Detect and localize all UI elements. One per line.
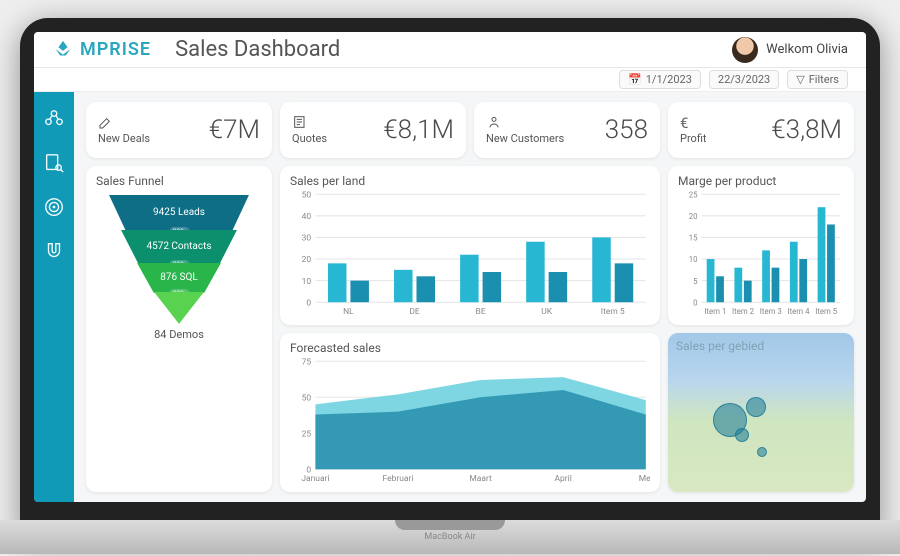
svg-text:0: 0 (693, 297, 698, 307)
laptop-frame: MPRISE Sales Dashboard Welkom Olivia 📅 1… (20, 18, 880, 538)
funnel-title: Sales Funnel (96, 174, 262, 188)
kpi-new-customers[interactable]: New Customers 358 (474, 102, 660, 158)
svg-text:Februari: Februari (383, 474, 414, 484)
svg-text:BE: BE (476, 307, 486, 317)
kpi-quotes[interactable]: Quotes €8,1M (280, 102, 466, 158)
svg-text:50: 50 (302, 393, 312, 403)
user-target-icon (486, 114, 502, 130)
kpi-profit[interactable]: €Profit €3,8M (668, 102, 854, 158)
svg-text:Mei: Mei (639, 474, 650, 484)
main-grid: New Deals €7M Quotes €8,1M New Customers… (74, 92, 866, 502)
sales-per-land-card: Sales per land 01020304050NLDEBEUKItem 5 (280, 166, 660, 325)
euro-icon: € (680, 114, 696, 130)
date-from[interactable]: 📅 1/1/2023 (619, 70, 701, 89)
forecasted-sales-chart: 0255075JanuariFebruariMaartAprilMei (290, 357, 650, 484)
kpi-new-deals[interactable]: New Deals €7M (86, 102, 272, 158)
svg-text:Item 5: Item 5 (601, 307, 625, 317)
svg-text:15: 15 (689, 232, 698, 242)
svg-text:Maart: Maart (469, 474, 492, 484)
svg-text:25: 25 (689, 190, 698, 199)
sidebar (34, 92, 74, 502)
svg-text:5: 5 (693, 275, 698, 285)
filter-bar: 📅 1/1/2023 22/3/2023 ▽ Filters (34, 68, 866, 92)
sales-per-land-chart: 0 10 20 30 40 50 NL DE BE UK Item 5 (290, 190, 650, 317)
report-search-icon[interactable] (43, 152, 65, 174)
forecasted-sales-card: Forecasted sales 0255075JanuariFebruariM… (280, 333, 660, 492)
svg-text:20: 20 (302, 255, 312, 265)
marge-per-product-chart: 0 5 10 15 20 25 Item 1 Item 2 Item 3 Item 4 Item 5 (678, 190, 844, 317)
funnel-icon: ▽ (796, 73, 804, 86)
date-to[interactable]: 22/3/2023 (709, 70, 779, 89)
screen: MPRISE Sales Dashboard Welkom Olivia 📅 1… (34, 32, 866, 502)
filters-button[interactable]: ▽ Filters (787, 70, 848, 89)
avatar (732, 37, 758, 63)
svg-text:Januari: Januari (301, 474, 329, 484)
funnel-demos-label: 84 Demos (154, 328, 204, 341)
target-icon[interactable] (43, 196, 65, 218)
page-title: Sales Dashboard (175, 37, 340, 62)
brand-name: MPRISE (80, 39, 151, 60)
svg-text:Item 4: Item 4 (788, 305, 810, 315)
funnel-card: Sales Funnel 9425 Leads 33% 4572 Contact… (86, 166, 272, 492)
people-icon[interactable] (43, 108, 65, 130)
svg-text:75: 75 (302, 357, 312, 367)
svg-text:20: 20 (689, 211, 698, 221)
topbar: MPRISE Sales Dashboard Welkom Olivia (34, 32, 866, 68)
svg-text:Item 5: Item 5 (815, 305, 837, 315)
list-icon (292, 114, 308, 130)
svg-text:UK: UK (541, 307, 552, 317)
svg-text:10: 10 (302, 277, 312, 287)
svg-text:10: 10 (689, 254, 698, 264)
svg-text:25: 25 (302, 429, 312, 439)
user-chip[interactable]: Welkom Olivia (732, 37, 848, 63)
marge-per-product-card: Marge per product 0510152025Item 1Item 2… (668, 166, 854, 325)
svg-text:0: 0 (306, 298, 311, 308)
sales-per-gebied-card: Sales per gebied (668, 333, 854, 492)
svg-text:30: 30 (302, 234, 312, 244)
svg-text:Item 2: Item 2 (732, 305, 754, 315)
svg-text:NL: NL (343, 307, 354, 317)
body: New Deals €7M Quotes €8,1M New Customers… (34, 92, 866, 502)
svg-text:April: April (555, 474, 572, 484)
svg-text:50: 50 (302, 190, 312, 200)
user-greeting: Welkom Olivia (766, 42, 848, 57)
svg-text:DE: DE (409, 307, 420, 317)
brand-logo[interactable]: MPRISE (52, 39, 151, 61)
laptop-base: MacBook Air (0, 520, 900, 554)
svg-text:40: 40 (302, 212, 312, 222)
svg-text:Item 1: Item 1 (704, 305, 726, 315)
map[interactable]: Sales per gebied (668, 333, 854, 492)
svg-text:Item 3: Item 3 (760, 305, 782, 315)
pen-icon (98, 114, 114, 130)
calendar-icon: 📅 (628, 73, 642, 86)
magnet-icon[interactable] (43, 240, 65, 262)
